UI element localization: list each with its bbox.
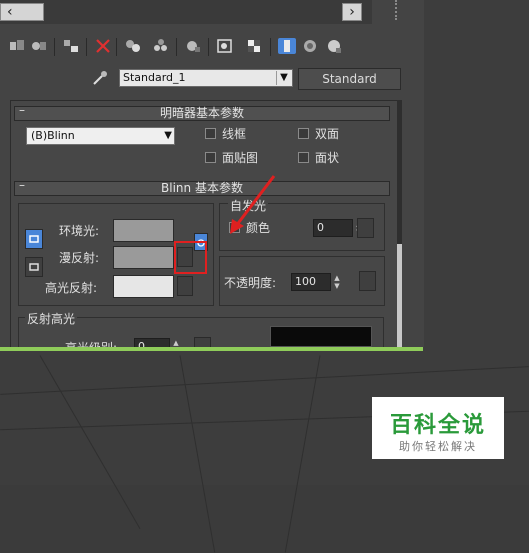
toolbar-separator [116,38,117,56]
chevron-left-icon: ‹ [7,4,13,20]
highlight-box [174,241,207,274]
material-editor: ‹ › Standard_1 ▼ Standard – 明暗器基本参数 (B)Bl… [0,0,424,347]
scroll-left-button[interactable]: ‹ [0,3,44,21]
spinner-arrows-icon[interactable]: ▲▼ [171,339,181,347]
go-forward-icon[interactable] [302,38,320,54]
background-icon[interactable] [246,38,264,54]
material-name-text: Standard_1 [123,71,186,84]
opacity-map-button[interactable] [359,271,376,291]
specular-level-label: 高光级别: [65,339,117,347]
self-illum-color-checkbox[interactable] [229,222,240,233]
viewport-grid-line [39,355,141,529]
toolbar-separator [176,38,177,56]
face-map-label: 面贴图 [222,151,259,165]
put-to-library-icon[interactable] [152,38,170,54]
blinn-rollout-title: Blinn 基本参数 [161,181,243,195]
shader-rollout-header[interactable]: – 明暗器基本参数 [14,103,390,121]
specular-level-map-button[interactable] [194,337,211,347]
viewport-grid-line [179,355,216,553]
wire-checkbox[interactable] [205,128,216,139]
shader-type-value: (B)Blinn [31,129,75,142]
sample-slot-scrollbar[interactable]: ‹ › [0,0,372,24]
ambient-color-swatch[interactable] [113,219,174,242]
self-illum-spinner[interactable]: 0▲▼ [313,219,362,237]
blinn-rollout-header[interactable]: – Blinn 基本参数 [14,178,390,196]
opacity-value: 100 [295,275,316,288]
faceted-checkbox[interactable] [298,152,309,163]
wire-label: 线框 [222,127,247,141]
opacity-label: 不透明度: [224,276,277,290]
specular-map-button[interactable] [177,276,193,296]
show-map-icon[interactable] [216,38,234,54]
chevron-down-icon: ▼ [164,130,172,141]
viewport-grid-line [284,355,321,553]
highlight-curve-preview [270,326,372,347]
watermark-title: 百科全说 [389,413,486,438]
spinner-arrows-icon[interactable]: ▲▼ [332,274,342,290]
select-by-material-icon[interactable] [326,38,344,54]
chevron-right-icon: › [349,4,355,20]
diffuse-color-swatch[interactable] [113,246,174,269]
material-type-button[interactable]: Standard [298,68,401,90]
grip-handle[interactable] [395,0,407,20]
put-to-scene-icon[interactable] [30,38,48,54]
self-illumination-title: 自发光 [228,197,269,214]
shader-type-select[interactable]: (B)Blinn ▼ [26,127,175,145]
get-material-icon[interactable] [8,38,26,54]
go-to-parent-icon[interactable] [278,38,296,54]
specular-level-value: 0 [138,340,145,347]
toolbar-separator [54,38,55,56]
collapse-icon: – [19,178,25,192]
two-sided-checkbox[interactable] [298,128,309,139]
toolbar-separator [86,38,87,56]
viewport-grid-line [0,366,529,395]
delete-icon[interactable] [94,38,112,54]
material-effects-icon[interactable] [184,38,202,54]
two-sided-label: 双面 [315,127,340,141]
self-illum-color-label: 颜色 [246,221,271,235]
specular-label: 高光反射: [45,281,98,295]
self-illum-map-button[interactable] [357,218,374,238]
make-unique-icon[interactable] [124,38,142,54]
faceted-label: 面状 [315,151,340,165]
face-map-checkbox[interactable] [205,152,216,163]
diffuse-label: 漫反射: [59,251,100,265]
specular-highlights-title: 反射高光 [25,310,78,327]
collapse-icon: – [19,103,25,117]
material-name-field[interactable]: Standard_1 ▼ [119,69,293,87]
toolbar-separator [208,38,209,56]
rollout-scrollbar-thumb[interactable] [397,244,402,347]
lock-diffuse-specular-button[interactable] [25,257,43,277]
self-illum-value: 0 [317,221,324,234]
assign-material-icon[interactable] [62,38,80,54]
specular-color-swatch[interactable] [113,275,174,298]
watermark: 百科全说 助你轻松解决 [372,397,504,459]
watermark-subtitle: 助你轻松解决 [399,440,477,453]
lock-ambient-diffuse-button[interactable] [25,229,43,249]
chevron-down-icon[interactable]: ▼ [276,71,291,85]
ambient-label: 环境光: [59,224,100,238]
specular-level-spinner[interactable]: 0 ▲▼ [134,338,179,347]
scroll-right-button[interactable]: › [342,3,362,21]
picker-icon[interactable] [92,70,108,86]
opacity-spinner[interactable]: 100 ▲ ▼ [291,273,340,291]
toolbar-separator [270,38,271,56]
shader-rollout-title: 明暗器基本参数 [159,106,244,120]
material-toolbar [0,34,372,60]
